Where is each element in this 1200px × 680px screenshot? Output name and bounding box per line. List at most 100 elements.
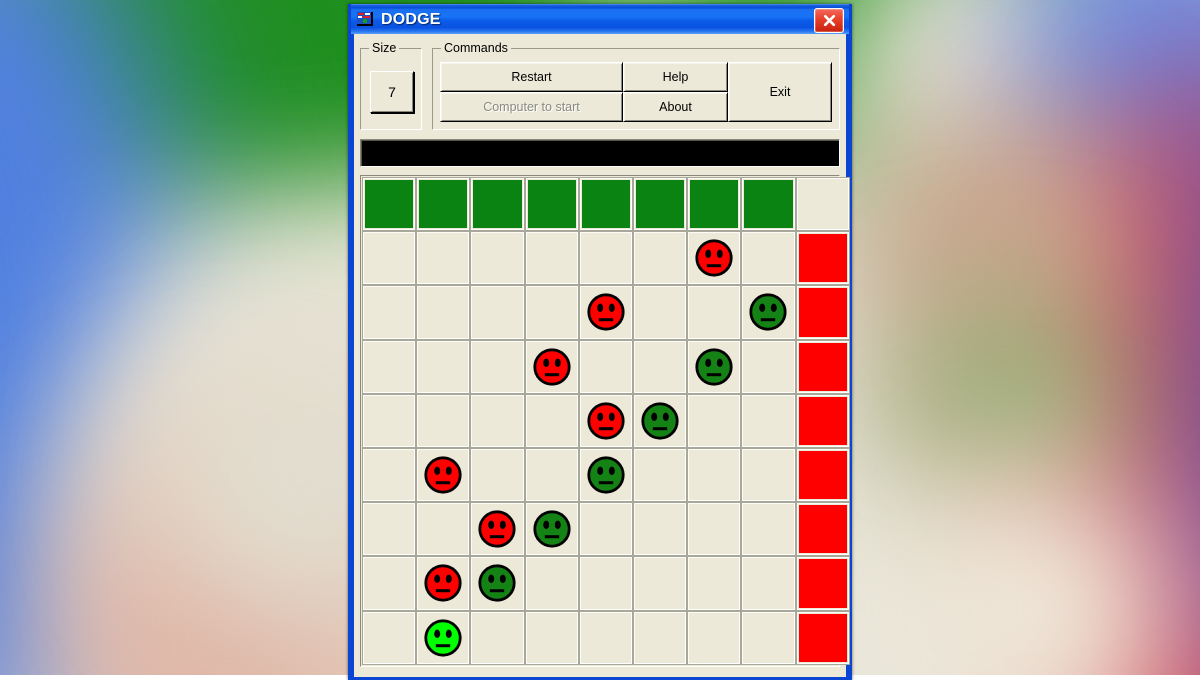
board-cell-green-piece[interactable] <box>688 340 741 393</box>
board-cell-red-block[interactable] <box>796 340 849 393</box>
board-cell-empty[interactable] <box>579 503 632 556</box>
board-cell-red-block[interactable] <box>796 557 849 610</box>
board-cell-empty[interactable] <box>525 394 578 447</box>
board-cell-empty[interactable] <box>633 286 687 339</box>
board-cell-empty[interactable] <box>525 232 578 285</box>
board-cell-empty[interactable] <box>633 611 687 664</box>
board-cell-green-block[interactable] <box>525 178 578 231</box>
board-cell-empty[interactable] <box>742 232 795 285</box>
board-cell-empty[interactable] <box>363 448 416 502</box>
board-cell-empty[interactable] <box>471 611 524 664</box>
board-cell-red-block[interactable] <box>796 286 849 339</box>
board-cell-red-piece[interactable] <box>471 503 524 556</box>
board-cell-empty[interactable] <box>417 340 470 393</box>
board-frame <box>360 175 849 667</box>
board-cell-green-block[interactable] <box>471 178 524 231</box>
board-cell-empty[interactable] <box>417 286 470 339</box>
board-cell-empty[interactable] <box>633 557 687 610</box>
size-groupbox: Size 7 <box>360 41 422 130</box>
board-cell-red-piece[interactable] <box>688 232 741 285</box>
game-board[interactable] <box>363 178 849 664</box>
board-cell-red-block[interactable] <box>796 503 849 556</box>
board-cell-empty[interactable] <box>417 394 470 447</box>
board-cell-empty[interactable] <box>579 340 632 393</box>
board-cell-empty[interactable] <box>471 448 524 502</box>
board-cell-green-piece[interactable] <box>633 394 687 447</box>
board-cell-empty[interactable] <box>363 286 416 339</box>
red-goal-block <box>798 613 847 662</box>
board-cell-red-block[interactable] <box>796 394 849 447</box>
commands-groupbox: Commands Restart Computer to start Help … <box>432 41 840 130</box>
about-button[interactable]: About <box>623 92 728 122</box>
board-cell-empty[interactable] <box>525 286 578 339</box>
restart-button[interactable]: Restart <box>440 62 623 92</box>
red-goal-block <box>798 396 847 445</box>
red-face-icon <box>586 292 626 332</box>
board-cell-empty[interactable] <box>742 611 795 664</box>
board-cell-red-block[interactable] <box>796 232 849 285</box>
board-cell-red-piece[interactable] <box>525 340 578 393</box>
computer-to-start-button: Computer to start <box>440 92 623 122</box>
green-face-icon <box>748 292 788 332</box>
board-cell-empty[interactable] <box>525 611 578 664</box>
board-cell-empty[interactable] <box>688 394 741 447</box>
board-cell-green-block[interactable] <box>417 178 470 231</box>
red-face-icon <box>477 509 517 549</box>
exit-button[interactable]: Exit <box>728 62 832 122</box>
board-cell-empty[interactable] <box>363 503 416 556</box>
board-cell-empty[interactable] <box>579 232 632 285</box>
size-value-field[interactable]: 7 <box>370 71 414 113</box>
board-cell-empty[interactable] <box>688 448 741 502</box>
green-goal-block <box>690 180 739 229</box>
board-cell-red-piece[interactable] <box>417 557 470 610</box>
help-button[interactable]: Help <box>623 62 728 92</box>
board-cell-empty[interactable] <box>471 232 524 285</box>
board-cell-empty[interactable] <box>363 232 416 285</box>
board-cell-empty[interactable] <box>633 340 687 393</box>
board-cell-empty[interactable] <box>363 557 416 610</box>
board-cell-empty[interactable] <box>742 557 795 610</box>
board-cell-red-block[interactable] <box>796 611 849 664</box>
board-cell-green-block[interactable] <box>363 178 416 231</box>
board-cell-green-piece[interactable] <box>742 286 795 339</box>
board-cell-empty[interactable] <box>796 178 849 231</box>
board-cell-empty[interactable] <box>525 448 578 502</box>
board-cell-empty[interactable] <box>579 611 632 664</box>
board-cell-green-piece[interactable] <box>525 503 578 556</box>
board-cell-empty[interactable] <box>471 394 524 447</box>
board-cell-empty[interactable] <box>688 611 741 664</box>
board-cell-empty[interactable] <box>363 340 416 393</box>
board-cell-empty[interactable] <box>363 394 416 447</box>
board-cell-empty[interactable] <box>471 286 524 339</box>
board-cell-empty[interactable] <box>688 557 741 610</box>
board-cell-empty[interactable] <box>417 503 470 556</box>
board-cell-green-block[interactable] <box>633 178 687 231</box>
board-cell-empty[interactable] <box>633 448 687 502</box>
board-cell-empty[interactable] <box>742 448 795 502</box>
board-cell-empty[interactable] <box>688 286 741 339</box>
board-cell-empty[interactable] <box>417 232 470 285</box>
board-cell-red-piece[interactable] <box>579 286 632 339</box>
board-cell-active-green-piece[interactable] <box>417 611 470 664</box>
board-cell-green-block[interactable] <box>688 178 741 231</box>
board-cell-empty[interactable] <box>633 232 687 285</box>
board-cell-empty[interactable] <box>525 557 578 610</box>
board-cell-green-piece[interactable] <box>579 448 632 502</box>
board-cell-empty[interactable] <box>742 394 795 447</box>
green-goal-block <box>473 180 522 229</box>
board-cell-empty[interactable] <box>742 340 795 393</box>
board-cell-red-piece[interactable] <box>417 448 470 502</box>
board-cell-green-block[interactable] <box>742 178 795 231</box>
board-cell-empty[interactable] <box>363 611 416 664</box>
board-cell-empty[interactable] <box>579 557 632 610</box>
window-titlebar[interactable]: DODGE <box>351 4 849 34</box>
board-cell-red-piece[interactable] <box>579 394 632 447</box>
close-button[interactable] <box>814 8 844 33</box>
board-cell-red-block[interactable] <box>796 448 849 502</box>
board-cell-empty[interactable] <box>688 503 741 556</box>
board-cell-green-piece[interactable] <box>471 557 524 610</box>
board-cell-empty[interactable] <box>742 503 795 556</box>
board-cell-empty[interactable] <box>471 340 524 393</box>
board-cell-green-block[interactable] <box>579 178 632 231</box>
board-cell-empty[interactable] <box>633 503 687 556</box>
